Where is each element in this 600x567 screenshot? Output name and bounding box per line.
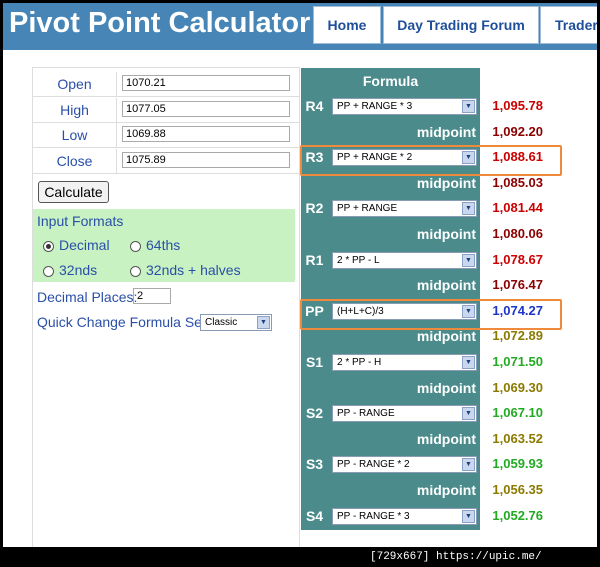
32nds-label: 32nds: [59, 262, 98, 278]
32nds-halves-label: 32nds + halves: [146, 262, 241, 278]
level-value-s3: 1,059.93: [492, 456, 543, 472]
chevron-down-icon: ▼: [462, 407, 475, 421]
level-label-s1: S1: [305, 354, 324, 370]
32nds-radio[interactable]: [43, 266, 54, 277]
level-value-s2: 1,067.10: [492, 405, 543, 421]
chevron-down-icon: ▼: [462, 458, 475, 472]
midpoint-label: midpoint: [416, 482, 476, 498]
64ths-radio[interactable]: [130, 241, 141, 252]
high-label: High: [33, 98, 117, 123]
input-formats-panel: Input Formats Decimal 64ths 32nds 32nds …: [33, 209, 295, 282]
nav-traders[interactable]: Traders: [540, 6, 597, 44]
high-input[interactable]: 1077.05: [122, 101, 290, 117]
decimal-radio[interactable]: [43, 241, 54, 252]
highlight-r3: [300, 145, 562, 176]
level-value-s4: 1,052.76: [492, 507, 543, 523]
highlight-pp: [300, 299, 562, 330]
32nds-halves-radio[interactable]: [130, 266, 141, 277]
close-label: Close: [33, 149, 117, 174]
level-label-s4: S4: [305, 507, 324, 524]
input-row-low: Low 1069.88: [33, 123, 299, 148]
midpoint-value: 1,056.35: [492, 482, 543, 497]
formula-select-r4[interactable]: PP + RANGE * 3 ▼: [332, 98, 477, 115]
level-label-s2: S2: [305, 405, 324, 422]
page: Pivot Point Calculator Home Day Trading …: [3, 3, 597, 547]
formula-set-select[interactable]: Classic ▼: [200, 314, 272, 331]
level-label-r4: R4: [305, 98, 324, 114]
low-input[interactable]: 1069.88: [122, 126, 290, 142]
level-label-s3: S3: [305, 456, 324, 473]
header: Pivot Point Calculator Home Day Trading …: [3, 3, 597, 50]
decimal-places-input[interactable]: 2: [133, 288, 171, 304]
close-input[interactable]: 1075.89: [122, 152, 290, 168]
midpoint-value: 1,069.30: [492, 379, 543, 395]
chevron-down-icon: ▼: [462, 356, 475, 369]
formula-text: 2 * PP - L: [337, 254, 380, 266]
input-formats-title: Input Formats: [37, 213, 124, 229]
midpoint-value: 1,080.06: [492, 226, 543, 241]
input-row-high: High 1077.05: [33, 98, 299, 123]
level-label-r2: R2: [305, 200, 324, 217]
formula-text: PP + RANGE * 3: [337, 101, 413, 112]
chevron-down-icon: ▼: [462, 100, 475, 113]
midpoint-label: midpoint: [416, 277, 476, 294]
open-label: Open: [33, 72, 117, 97]
midpoint-label: midpoint: [416, 379, 476, 396]
open-input[interactable]: 1070.21: [122, 75, 290, 91]
formula-select-s3[interactable]: PP - RANGE * 2 ▼: [332, 456, 477, 474]
formula-text: PP - RANGE * 2: [337, 459, 410, 471]
input-row-open: Open 1070.21: [33, 72, 299, 97]
midpoint-value: 1,092.20: [492, 123, 543, 139]
low-label: Low: [33, 123, 117, 148]
level-label-r1: R1: [305, 251, 324, 268]
nav-day-trading-forum[interactable]: Day Trading Forum: [383, 6, 539, 44]
watermark: [729x667] https://upic.me/: [370, 551, 542, 563]
chevron-down-icon: ▼: [462, 509, 475, 523]
formula-select-r2[interactable]: PP + RANGE ▼: [332, 200, 477, 218]
chevron-down-icon: ▼: [462, 253, 475, 267]
64ths-label: 64ths: [146, 237, 181, 253]
level-value-r1: 1,078.67: [492, 251, 543, 267]
formula-select-s2[interactable]: PP - RANGE ▼: [332, 405, 477, 423]
level-value-s1: 1,071.50: [492, 354, 543, 369]
decimal-label: Decimal: [59, 237, 110, 253]
page-title: Pivot Point Calculator: [9, 7, 311, 39]
level-value-r4: 1,095.78: [492, 98, 543, 113]
nav-home[interactable]: Home: [313, 6, 381, 44]
formula-text: PP + RANGE: [337, 203, 398, 215]
formula-set-value: Classic: [205, 317, 238, 328]
formula-select-r1[interactable]: 2 * PP - L ▼: [332, 251, 477, 269]
chevron-down-icon: ▼: [462, 202, 475, 216]
quick-change-label: Quick Change Formula Set:: [37, 314, 210, 330]
midpoint-label: midpoint: [416, 430, 476, 447]
formula-text: PP - RANGE: [337, 408, 395, 420]
formula-text: PP - RANGE * 3: [337, 510, 410, 522]
level-value-r2: 1,081.44: [492, 200, 543, 216]
formula-text: 2 * PP - H: [337, 357, 382, 368]
decimal-places-label: Decimal Places:: [37, 289, 138, 305]
midpoint-value: 1,063.52: [492, 430, 543, 446]
midpoint-value: 1,076.47: [492, 277, 543, 293]
input-row-close: Close 1075.89: [33, 149, 299, 174]
calculate-button[interactable]: Calculate: [38, 181, 109, 203]
midpoint-label: midpoint: [416, 123, 476, 140]
chevron-down-icon: ▼: [257, 316, 270, 329]
midpoint-label: midpoint: [416, 226, 476, 242]
formula-select-s1[interactable]: 2 * PP - H ▼: [332, 354, 477, 371]
input-panel: Open 1070.21 High 1077.05 Low 1069.88 Cl…: [32, 67, 300, 547]
formula-select-s4[interactable]: PP - RANGE * 3 ▼: [332, 507, 477, 525]
formula-header: Formula: [362, 73, 419, 89]
